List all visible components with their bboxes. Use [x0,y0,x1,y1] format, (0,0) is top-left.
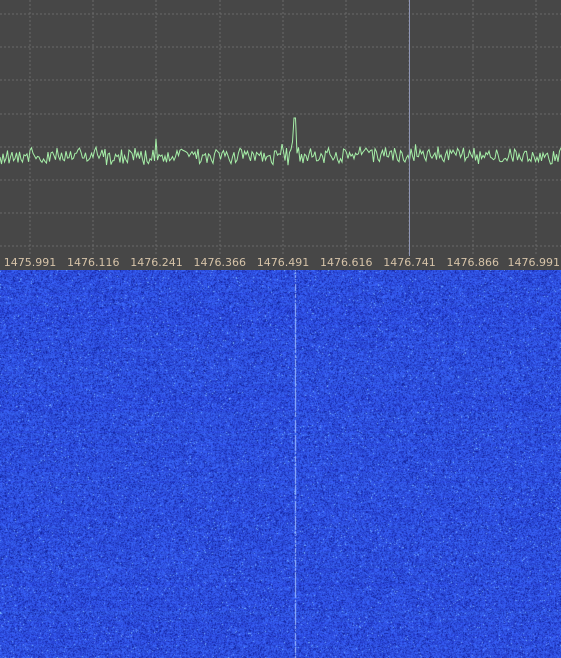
spectrum-plot[interactable] [0,0,561,256]
frequency-tick-label: 1476.366 [193,256,247,269]
frequency-tick-label: 1476.991 [507,256,561,269]
frequency-axis: 1475.991 1476.116 1476.241 1476.366 1476.491… [0,256,561,270]
waterfall-canvas[interactable] [0,270,561,658]
frequency-tick-label: 1476.616 [320,256,373,269]
frequency-tick-label: 1476.866 [446,256,500,269]
waterfall-display[interactable] [0,270,561,658]
frequency-tick-label: 1476.241 [130,256,183,269]
frequency-tick-label: 1476.741 [383,256,436,269]
frequency-tick-label: 1475.991 [3,256,57,269]
frequency-tick-label: 1476.491 [256,256,310,269]
spectrum-grid [0,0,561,256]
spectrum-trace [0,117,561,166]
spectrum-display[interactable] [0,0,561,256]
frequency-tick-label: 1476.116 [67,256,120,269]
